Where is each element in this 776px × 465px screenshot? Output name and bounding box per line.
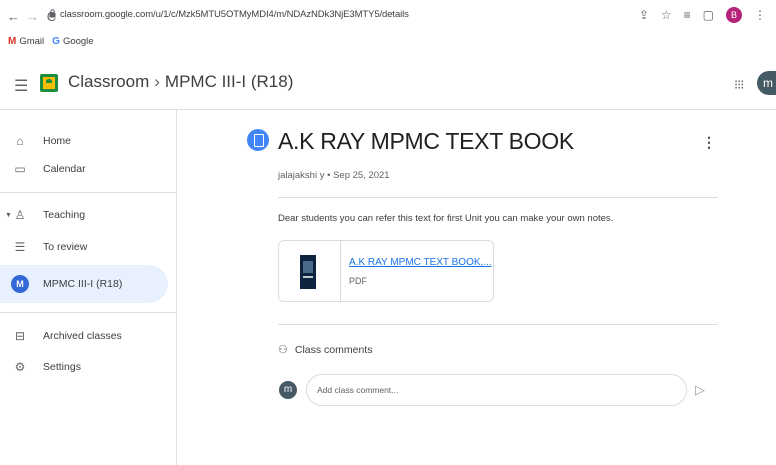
sidebar-item-mpmc[interactable]: M MPMC III-I (R18)	[0, 265, 168, 303]
bookmark-label: Gmail	[19, 35, 45, 47]
sidebar: ⌂ Home ▭ Calendar ▼ ♙ Teaching ☰ To revi…	[0, 110, 177, 465]
more-options-icon[interactable]: ⋮	[754, 8, 766, 22]
browser-profile-avatar[interactable]: B	[726, 7, 742, 23]
post-meta: jalajakshi y • Sep 25, 2021	[278, 170, 390, 181]
bookmark-label: Google	[62, 35, 94, 47]
sidebar-item-label: Home	[43, 135, 72, 147]
sidebar-item-calendar[interactable]: ▭ Calendar	[0, 150, 168, 188]
forward-icon[interactable]: →	[25, 9, 40, 24]
lock-icon[interactable]	[49, 9, 56, 18]
expand-caret-icon[interactable]: ▼	[5, 212, 12, 219]
side-panel-icon[interactable]: ▢	[703, 8, 714, 22]
class-comments-label: Class comments	[294, 343, 373, 356]
attachment-type: PDF	[349, 276, 367, 286]
sidebar-item-label: Teaching	[43, 209, 86, 221]
sidebar-item-label: Calendar	[43, 163, 86, 175]
home-icon: ⌂	[16, 134, 24, 148]
content-divider	[278, 324, 718, 325]
calendar-icon: ▭	[14, 162, 26, 176]
main-content: A.K RAY MPMC TEXT BOOK ⋮ jalajakshi y • …	[178, 110, 776, 465]
sidebar-item-label: To review	[43, 241, 88, 253]
breadcrumb: Classroom › MPMC III-I (R18)	[68, 72, 293, 92]
post-description: Dear students you can refer this text fo…	[278, 213, 614, 224]
browser-toolbar: ← → C classroom.google.com/u/1/c/Mzk5MTU…	[0, 0, 776, 32]
sidebar-item-label: Archived classes	[43, 330, 122, 342]
app-header: ☰ Classroom › MPMC III-I (R18) ⁝⁝⁝ m	[0, 58, 776, 110]
sidebar-item-to-review[interactable]: ☰ To review	[0, 228, 168, 266]
archive-icon: ⊟	[14, 329, 26, 343]
people-icon: ⚇	[278, 344, 288, 356]
class-comment-input[interactable]	[306, 374, 687, 406]
avatar: m	[279, 381, 297, 399]
material-icon	[247, 129, 269, 151]
sidebar-item-settings[interactable]: ⚙ Settings	[0, 348, 168, 386]
book-cover-icon	[300, 255, 316, 289]
breadcrumb-class[interactable]: MPMC III-I (R18)	[165, 72, 293, 91]
tab-search-icon[interactable]: ≡	[684, 8, 691, 22]
send-icon[interactable]: ▷	[695, 382, 705, 398]
class-comments-header: ⚇ Class comments	[278, 343, 373, 357]
bookmark-google[interactable]: G Google	[52, 36, 93, 47]
teaching-icon: ♙	[14, 208, 26, 222]
bookmark-gmail[interactable]: M Gmail	[8, 36, 44, 47]
main-menu-icon[interactable]: ☰	[14, 76, 28, 96]
back-icon[interactable]: ←	[6, 9, 21, 24]
share-icon[interactable]: ⇪	[639, 8, 649, 22]
breadcrumb-separator: ›	[154, 72, 160, 91]
attachment-thumbnail	[279, 241, 341, 301]
content-divider	[278, 197, 718, 198]
bookmarks-bar: M Gmail G Google	[0, 32, 776, 50]
attachment-card[interactable]: A.K RAY MPMC TEXT BOOK,... PDF	[278, 240, 494, 302]
to-review-icon: ☰	[14, 240, 26, 254]
gear-icon: ⚙	[14, 360, 26, 374]
account-avatar[interactable]: m	[757, 71, 776, 95]
gmail-icon: M	[8, 35, 17, 47]
sidebar-divider	[0, 192, 176, 193]
google-apps-icon[interactable]: ⁝⁝⁝	[734, 77, 744, 93]
google-icon: G	[52, 35, 60, 47]
breadcrumb-app[interactable]: Classroom	[68, 72, 149, 91]
sidebar-item-label: MPMC III-I (R18)	[43, 278, 123, 290]
sidebar-item-label: Settings	[43, 361, 81, 373]
more-options-icon[interactable]: ⋮	[702, 134, 716, 151]
class-badge-icon: M	[11, 275, 29, 293]
classroom-logo-icon[interactable]	[40, 74, 58, 92]
attachment-title-link[interactable]: A.K RAY MPMC TEXT BOOK,...	[349, 257, 492, 268]
post-title: A.K RAY MPMC TEXT BOOK	[278, 128, 574, 154]
sidebar-divider	[0, 312, 176, 313]
address-bar[interactable]: classroom.google.com/u/1/c/Mzk5MTU5OTMyM…	[60, 9, 409, 20]
star-icon[interactable]: ☆	[661, 8, 672, 22]
